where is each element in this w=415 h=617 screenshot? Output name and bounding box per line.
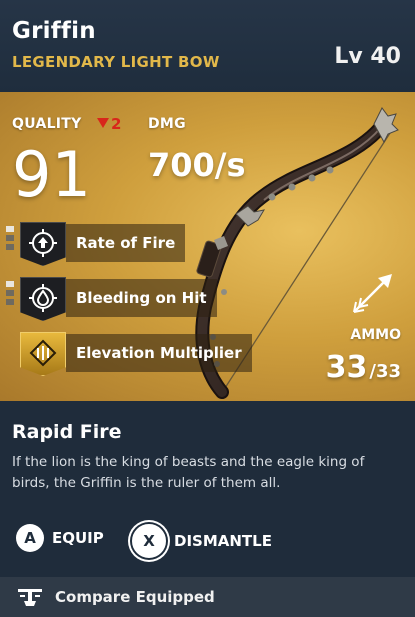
quality-label: QUALITY xyxy=(12,116,82,132)
item-rarity-type: LEGENDARY LIGHT BOW xyxy=(12,53,220,71)
ammo-label: AMMO xyxy=(350,327,401,343)
equip-label: EQUIP xyxy=(52,529,104,547)
x-button-icon: X xyxy=(132,524,166,558)
perk-label: Rate of Fire xyxy=(66,224,186,262)
perk-tier-pips xyxy=(6,226,15,253)
dismantle-label: DISMANTLE xyxy=(174,532,272,550)
compare-equipped-button[interactable]: Compare Equipped xyxy=(0,577,415,617)
perk-tier-pips xyxy=(6,281,15,308)
compare-icon xyxy=(18,589,42,606)
ability-description: If the lion is the king of beasts and th… xyxy=(12,454,365,491)
item-level: Lv 40 xyxy=(334,44,401,69)
dmg-value: 700/s xyxy=(148,146,246,184)
arrow-icon xyxy=(353,274,392,313)
perk-label: Elevation Multiplier xyxy=(66,334,252,372)
item-header: Griffin LEGENDARY LIGHT BOW Lv 40 xyxy=(0,0,415,92)
bleeding-icon xyxy=(20,277,66,321)
down-arrow-icon xyxy=(97,118,109,128)
elevation-icon xyxy=(20,332,66,376)
rate-of-fire-icon xyxy=(20,222,66,266)
a-button-icon: A xyxy=(16,524,44,552)
item-name: Griffin xyxy=(12,18,96,44)
equip-button[interactable]: A EQUIP xyxy=(16,524,104,558)
item-card: Griffin LEGENDARY LIGHT BOW Lv 40 QUALIT… xyxy=(0,0,415,617)
item-stats-panel: QUALITY 2 DMG 91 700/s Rate of Fire Blee… xyxy=(0,92,415,401)
item-description-section: Rapid Fire If the lion is the king of be… xyxy=(0,401,415,577)
compare-equipped-label: Compare Equipped xyxy=(55,588,215,606)
ammo-current: 33 xyxy=(325,350,368,385)
dismantle-button[interactable]: X DISMANTLE xyxy=(132,524,272,558)
ammo-max: /33 xyxy=(369,361,401,382)
ammo-count: 33/33 xyxy=(326,350,401,385)
ability-title: Rapid Fire xyxy=(12,421,122,443)
perk-label: Bleeding on Hit xyxy=(66,279,217,317)
quality-value: 91 xyxy=(12,138,91,211)
quality-delta: 2 xyxy=(97,115,121,133)
dmg-label: DMG xyxy=(148,116,186,132)
